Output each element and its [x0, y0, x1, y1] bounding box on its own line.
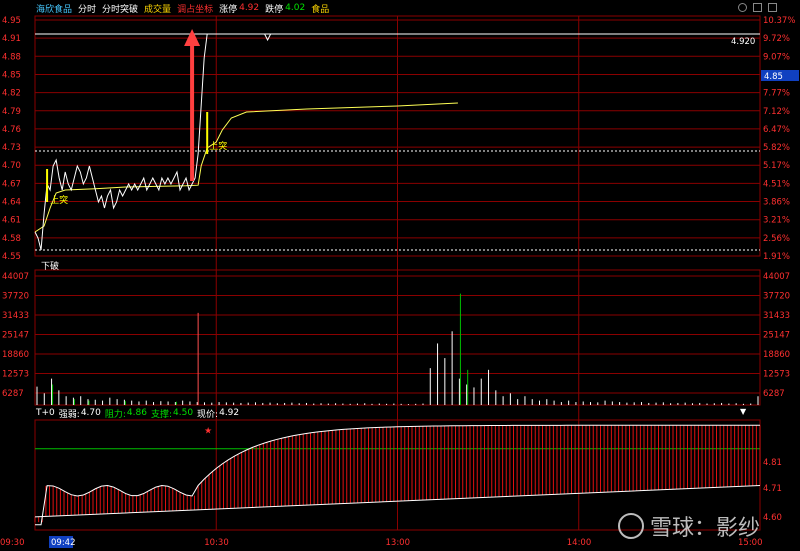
pct-tick-label: 7.77%	[763, 89, 790, 99]
price-label: 现价:	[197, 409, 219, 420]
star-icon: ★	[204, 426, 212, 436]
resist-value: 4.86	[126, 408, 147, 418]
settings-icon[interactable]	[738, 3, 747, 12]
volume-tick-label-right: 18860	[763, 350, 790, 360]
volume-tick-label-right: 6287	[763, 389, 785, 399]
watermark: 雪球：影纱	[618, 510, 760, 542]
pct-tick-label: 9.72%	[763, 34, 790, 44]
volume-tick-label: 18860	[2, 350, 29, 360]
limit-down-value: 4.02	[285, 3, 306, 13]
limit-up-label: 涨停	[219, 4, 238, 15]
time-cursor-label: 09:42	[51, 538, 76, 548]
watermark-logo-icon	[618, 513, 644, 539]
price-line	[34, 33, 211, 251]
pct-tick-label: 2.56%	[763, 234, 790, 244]
limit-touch-mark	[264, 33, 272, 42]
pct-tick-label: 3.21%	[763, 216, 790, 226]
price-value: 4.92	[219, 408, 240, 418]
support-label: 支撑:	[150, 409, 172, 420]
tab-adjust-coords[interactable]: 调占坐标	[177, 2, 213, 15]
pct-tick-label: 9.07%	[763, 52, 790, 62]
time-tick-label: 09:30	[0, 538, 25, 548]
pct-tick-label: 1.91%	[763, 252, 790, 262]
tab-intraday[interactable]: 分时	[78, 2, 96, 15]
pct-tick-label: 6.47%	[763, 125, 790, 135]
chart-canvas[interactable]: 4.9510.37%4.919.72%4.889.07%4.858.42%4.8…	[0, 0, 800, 551]
strong-value: 4.70	[80, 408, 101, 418]
volume-tick-label: 37720	[2, 292, 29, 302]
pct-tick-label: 10.37%	[763, 16, 795, 26]
last-price-tag: 4.85	[764, 72, 783, 82]
indicator-tick-label: 4.81	[763, 458, 782, 468]
breakout-arrow-head-icon	[184, 29, 201, 46]
volume-tick-label-right: 44007	[763, 272, 790, 282]
indicator-prefix: T+0	[36, 408, 55, 418]
time-tick-label: 10:30	[204, 538, 229, 548]
volume-tick-label: 25147	[2, 331, 29, 341]
price-tick-label: 4.73	[2, 143, 21, 153]
collapse-icon: ▼	[740, 407, 747, 416]
tab-intraday-breakout[interactable]: 分时突破	[102, 2, 138, 15]
price-tick-label: 4.61	[2, 216, 21, 226]
resist-label: 阻力:	[104, 409, 126, 420]
time-tick-label: 13:00	[386, 538, 411, 548]
pct-tick-label: 4.51%	[763, 179, 790, 189]
pct-tick-label: 5.82%	[763, 143, 790, 153]
price-tick-label: 4.82	[2, 89, 21, 99]
price-tick-label: 4.70	[2, 161, 21, 171]
breakout-up-label-2: 上突	[209, 140, 227, 152]
price-tick-label: 4.79	[2, 107, 21, 117]
strong-label: 强弱:	[58, 409, 80, 420]
limit-down-label: 跌停	[265, 4, 284, 15]
support-value: 4.50	[173, 408, 194, 418]
volume-tick-label: 6287	[2, 389, 24, 399]
price-tick-label: 4.76	[2, 125, 21, 135]
avg-price-line	[34, 102, 458, 233]
volume-tick-label-right: 37720	[763, 292, 790, 302]
price-tick-label: 4.67	[2, 179, 21, 189]
volume-tick-label: 31433	[2, 311, 29, 321]
volume-tick-label: 44007	[2, 272, 29, 282]
indicator-tick-label: 4.60	[763, 513, 782, 523]
price-tick-label: 4.95	[2, 16, 21, 26]
volume-tick-label-right: 25147	[763, 331, 790, 341]
tab-volume[interactable]: 成交量	[144, 2, 171, 15]
pct-tick-label: 7.12%	[763, 107, 790, 117]
price-tick-label: 4.91	[2, 34, 21, 44]
breakout-down-label: 下破	[41, 260, 59, 272]
limit-line-value: 4.920	[731, 37, 755, 47]
pct-tick-label: 3.86%	[763, 198, 790, 208]
price-tick-label: 4.85	[2, 70, 21, 80]
maximize-icon[interactable]	[753, 3, 762, 12]
indicator-tick-label: 4.71	[763, 484, 782, 494]
price-tick-label: 4.58	[2, 234, 21, 244]
header-bar: 海欣食品 分时 分时突破 成交量 调占坐标 涨停 4.92 跌停 4.02 食品	[0, 0, 800, 16]
volume-tick-label-right: 12573	[763, 370, 790, 380]
limit-up-value: 4.92	[239, 3, 260, 13]
price-tick-label: 4.88	[2, 52, 21, 62]
sector-label: 食品	[311, 4, 330, 15]
indicator-legend: T+0 强弱: 4.70 阻力: 4.86 支撑: 4.50 现价: 4.92	[36, 407, 240, 420]
breakout-up-label-1: 上突	[50, 194, 68, 206]
price-tick-label: 4.64	[2, 198, 21, 208]
time-tick-label: 14:00	[567, 538, 592, 548]
close-icon[interactable]	[768, 3, 777, 12]
price-tick-label: 4.55	[2, 252, 21, 262]
watermark-text: 雪球：影纱	[650, 516, 761, 541]
volume-tick-label: 12573	[2, 370, 29, 380]
stock-name[interactable]: 海欣食品	[36, 2, 72, 15]
volume-tick-label-right: 31433	[763, 311, 790, 321]
pct-tick-label: 5.17%	[763, 161, 790, 171]
